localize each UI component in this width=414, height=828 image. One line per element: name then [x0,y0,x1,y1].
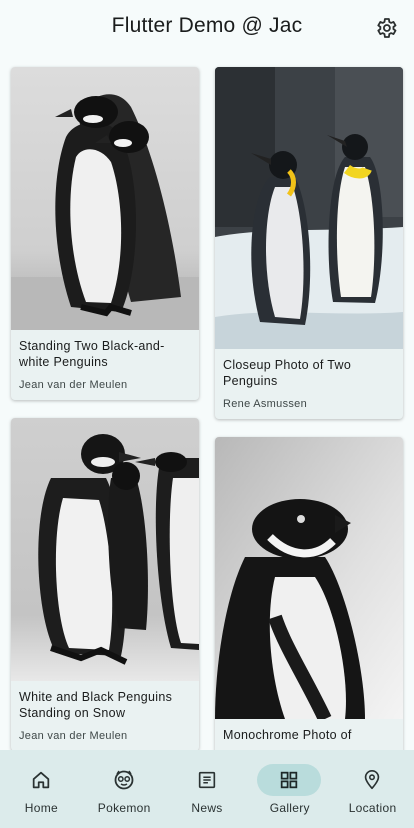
settings-button[interactable] [372,14,400,42]
nav-item-gallery[interactable]: Gallery [248,750,331,828]
card-title: White and Black Penguins Standing on Sno… [19,690,173,720]
app-bar: Flutter Demo @ Jac [0,0,414,56]
card-author: Jean van der Meulen [19,379,128,391]
gallery-grid: Standing Two Black-and-white Penguins Je… [0,56,414,750]
penguin-photo [11,418,199,681]
card-author: Jean van der Meulen [19,730,128,742]
page-title: Flutter Demo @ Jac [111,14,303,37]
card-title: Closeup Photo of Two Penguins [223,358,352,388]
gallery-card[interactable]: White and Black Penguins Standing on Sno… [11,418,199,750]
nav-label: News [191,801,223,815]
penguin-photo [11,67,199,330]
card-title: Standing Two Black-and-white Penguins [19,339,165,369]
penguin-photo [215,67,403,349]
grid-icon [281,771,298,789]
location-pin-icon [364,770,380,790]
gallery-card[interactable]: Closeup Photo of Two Penguins Rene Asmus… [215,67,403,419]
card-title: Monochrome Photo of [223,728,352,742]
nav-label: Pokemon [97,801,151,815]
news-icon [198,771,215,789]
nav-label: Location [348,801,397,815]
gallery-card[interactable]: Monochrome Photo of [215,437,403,750]
nav-item-pokemon[interactable]: Pokemon [83,750,166,828]
nav-item-home[interactable]: Home [0,750,83,828]
nav-label: Gallery [269,801,310,815]
pokeball-face-icon [114,770,134,790]
penguin-photo [215,437,403,719]
nav-item-location[interactable]: Location [331,750,414,828]
nav-item-news[interactable]: News [166,750,249,828]
gallery-card[interactable]: Standing Two Black-and-white Penguins Je… [11,67,199,400]
gear-icon [377,18,397,38]
bottom-navigation-bar: Home Pokemon News Gallery Location [0,750,414,828]
home-icon [32,771,50,789]
card-author: Rene Asmussen [223,398,307,410]
nav-label: Home [24,801,58,815]
